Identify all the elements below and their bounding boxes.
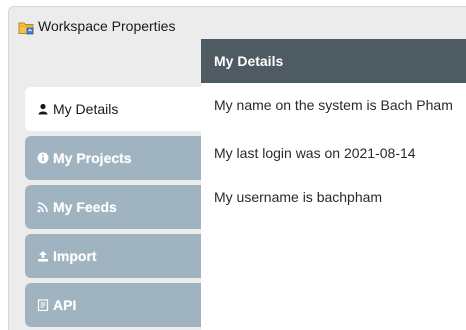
window-titlebar: Workspace Properties bbox=[9, 7, 466, 39]
upload-icon bbox=[37, 250, 49, 262]
tab-my-feeds[interactable]: My Feeds bbox=[25, 185, 201, 229]
tab-my-details[interactable]: My Details bbox=[25, 87, 201, 131]
detail-last-login: My last login was on 2021-08-14 bbox=[214, 145, 416, 161]
document-icon bbox=[37, 299, 49, 311]
tab-label: My Projects bbox=[53, 150, 132, 166]
workspace-properties-window: Workspace Properties My Details My Proje… bbox=[8, 6, 466, 330]
detail-username: My username is bachpham bbox=[214, 189, 383, 205]
panel-title: My Details bbox=[214, 53, 284, 69]
tab-my-projects[interactable]: My Projects bbox=[25, 136, 201, 180]
tab-label: Import bbox=[53, 248, 97, 264]
info-circle-icon bbox=[37, 152, 49, 164]
panel-body: My name on the system is Bach Pham My la… bbox=[201, 83, 466, 330]
tab-api[interactable]: API bbox=[25, 283, 201, 327]
window-title: Workspace Properties bbox=[38, 18, 176, 34]
user-icon bbox=[37, 103, 49, 115]
tab-label: API bbox=[53, 297, 77, 313]
tab-label: My Feeds bbox=[53, 199, 117, 215]
detail-name: My name on the system is Bach Pham bbox=[214, 97, 453, 113]
folder-icon bbox=[18, 20, 35, 35]
panel-header: My Details bbox=[201, 39, 466, 83]
tab-label: My Details bbox=[53, 101, 119, 117]
tab-import[interactable]: Import bbox=[25, 234, 201, 278]
rss-icon bbox=[37, 201, 49, 213]
